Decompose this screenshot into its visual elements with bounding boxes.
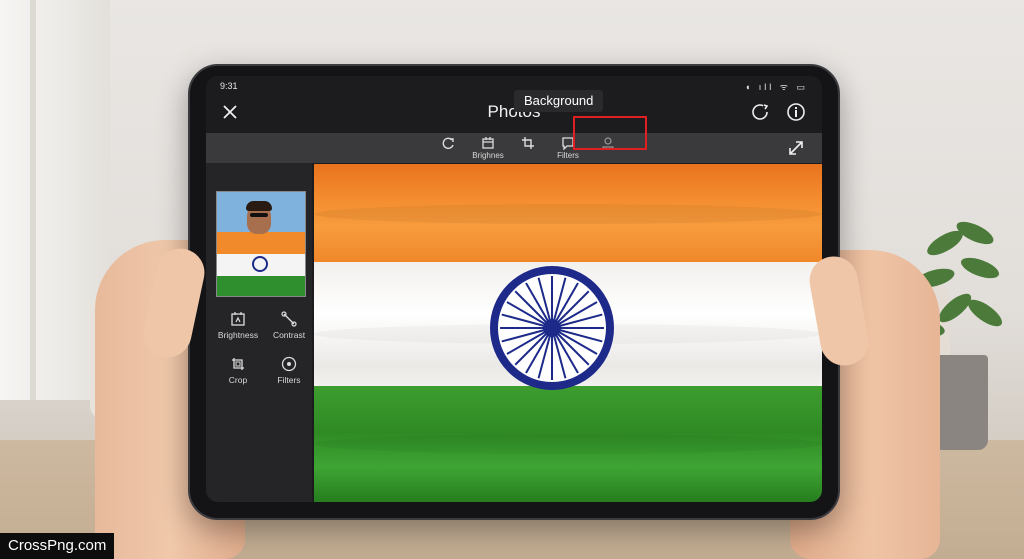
toolbar-tool-label: Brighnes (472, 151, 504, 160)
expand-arrows-icon[interactable] (786, 138, 808, 160)
photo-thumbnail[interactable] (216, 191, 306, 297)
contrast-icon (281, 311, 297, 327)
tablet: 9:31 ◖ ıll ᯤ ▭ Photos Brighnes Filters B… (188, 64, 840, 520)
toolbar-brightness-button[interactable]: Brighnes (468, 136, 508, 160)
filters-label: Filters (277, 375, 301, 385)
rotate-icon[interactable] (750, 102, 770, 122)
crop-label: Crop (228, 375, 248, 385)
crop-icon (522, 137, 534, 149)
crop-button[interactable]: Crop (213, 356, 263, 385)
contrast-button[interactable]: Contrast (264, 311, 314, 340)
brightness-button[interactable]: Brightness (213, 311, 263, 340)
brightness-label: Brightness (217, 330, 259, 340)
ashoka-chakra-icon (490, 266, 614, 390)
side-panel: Brightness Contrast Crop Filters (206, 163, 312, 502)
contrast-label: Contrast (272, 330, 306, 340)
watermark: CrossPng.com (0, 533, 115, 559)
info-icon[interactable] (786, 102, 806, 122)
brightness-icon (231, 312, 245, 326)
crop-icon (232, 358, 244, 370)
filters-button[interactable]: Filters (264, 356, 314, 385)
photo-canvas[interactable] (314, 164, 822, 502)
highlight-box (573, 116, 647, 150)
rotate-icon (442, 137, 454, 150)
background-tooltip: Background (514, 90, 604, 112)
status-time: 9:31 (220, 81, 238, 91)
toolbar-tool-label: Filters (557, 151, 579, 160)
filter-icon (281, 356, 297, 372)
calendar-icon (482, 137, 494, 149)
status-icons: ◖ ıll ᯤ ▭ (744, 82, 808, 92)
toolbar-crop-button[interactable] (508, 136, 548, 151)
tablet-screen: 9:31 ◖ ıll ᯤ ▭ Photos Brighnes Filters B… (206, 76, 822, 502)
toolbar-rotate-button[interactable] (428, 136, 468, 151)
edit-toolbar: Brighnes Filters (206, 133, 822, 163)
